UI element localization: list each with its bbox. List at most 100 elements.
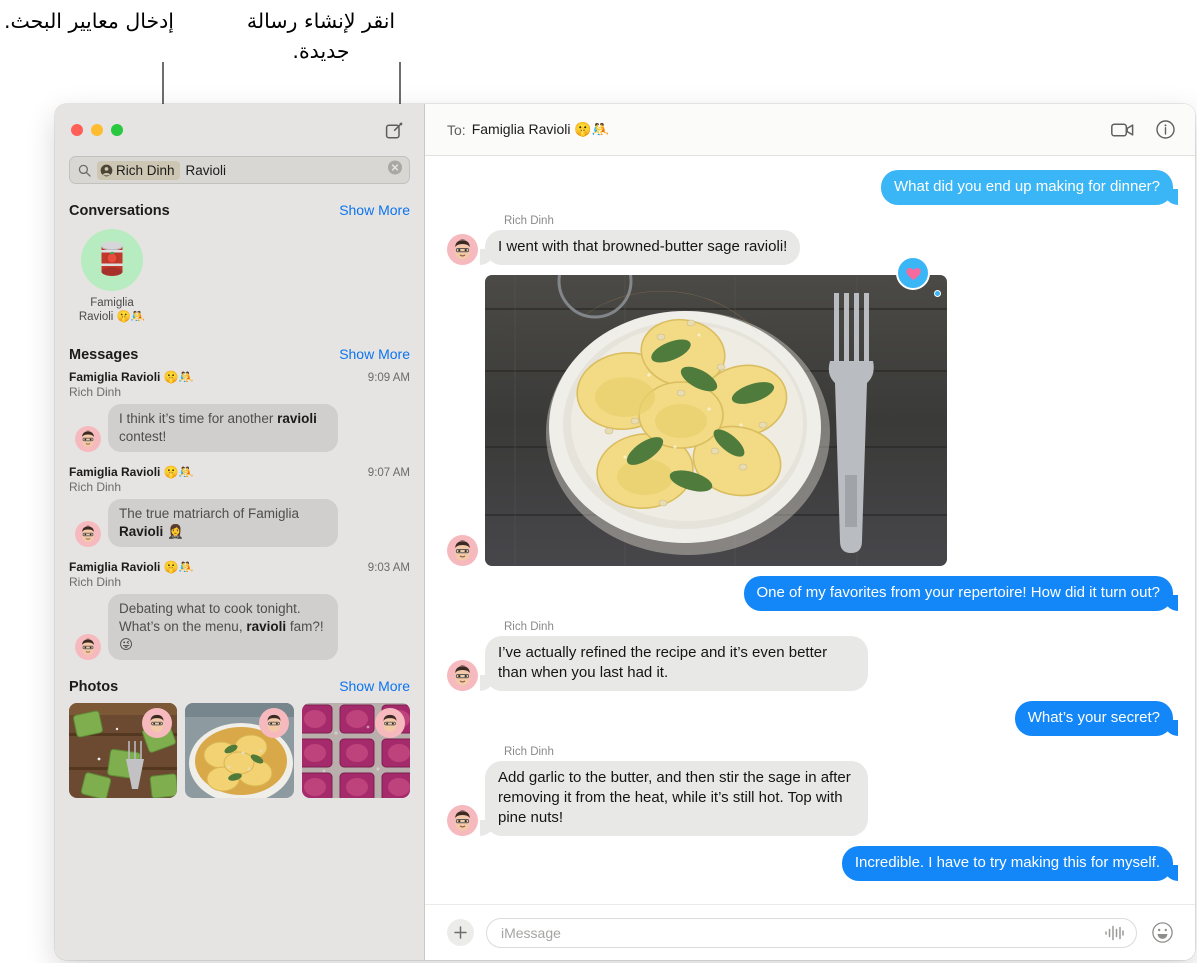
search-container: Rich Dinh Ravioli bbox=[55, 156, 424, 194]
message-result-sender: Rich Dinh bbox=[69, 575, 122, 589]
info-circle-icon[interactable] bbox=[1156, 120, 1175, 139]
compose-pencil-square-icon[interactable] bbox=[382, 118, 406, 142]
conversation-avatar-tomato-can bbox=[81, 229, 143, 291]
message-thread[interactable]: What did you end up making for dinner? R… bbox=[425, 156, 1195, 904]
message-result-item[interactable]: Famiglia Ravioli 🤫🤼 Rich Dinh 9:03 AM De… bbox=[55, 557, 424, 670]
avatar-memoji bbox=[75, 426, 101, 452]
avatar-memoji bbox=[447, 234, 478, 265]
message-photo-attachment[interactable] bbox=[485, 275, 947, 566]
message-result-sender: Rich Dinh bbox=[69, 480, 122, 494]
recipient-name[interactable]: Famiglia Ravioli 🤫🤼 bbox=[472, 121, 610, 138]
imessage-placeholder: iMessage bbox=[501, 924, 561, 941]
message-result-group: Famiglia Ravioli 🤫🤼 bbox=[69, 370, 194, 384]
show-more-conversations-link[interactable]: Show More bbox=[339, 202, 410, 218]
message-result-snippet: The true matriarch of Famiglia Ravioli 🤵… bbox=[108, 499, 338, 547]
snippet-match: ravioli bbox=[277, 411, 317, 426]
message-result-snippet: Debating what to cook tonight. What’s on… bbox=[108, 594, 338, 660]
section-title: Messages bbox=[69, 347, 139, 363]
avatar-memoji bbox=[75, 634, 101, 660]
avatar-memoji bbox=[75, 521, 101, 547]
conversation-pane: To: Famiglia Ravioli 🤫🤼 What did you end… bbox=[425, 104, 1195, 960]
message-row-incoming-photo bbox=[447, 256, 1173, 566]
sidebar: Rich Dinh Ravioli Conversations Show Mor… bbox=[55, 104, 425, 960]
message-row-incoming: Rich Dinh bbox=[447, 621, 1173, 691]
callout-compose-text: انقر لإنشاء رسالة جديدة. bbox=[246, 9, 396, 63]
message-bubble-incoming[interactable]: I’ve actually refined the recipe and it’… bbox=[479, 636, 869, 691]
message-row-outgoing: Incredible. I have to try making this fo… bbox=[447, 846, 1179, 881]
callout-annotations: إدخال معايير البحث. انقر لإنشاء رسالة جد… bbox=[0, 0, 1197, 182]
photo-result-thumbnail[interactable] bbox=[69, 703, 178, 798]
message-row-outgoing: What’s your secret? bbox=[447, 701, 1179, 736]
messages-window: Rich Dinh Ravioli Conversations Show Mor… bbox=[55, 104, 1195, 960]
search-token-label: Rich Dinh bbox=[116, 162, 175, 178]
message-result-meta: Famiglia Ravioli 🤫🤼 Rich Dinh 9:03 AM bbox=[69, 559, 410, 590]
search-field[interactable]: Rich Dinh Ravioli bbox=[69, 156, 410, 184]
tapback-trail-dot bbox=[934, 290, 941, 297]
sidebar-titlebar bbox=[55, 104, 424, 156]
avatar-memoji bbox=[447, 805, 478, 836]
search-results: Conversations Show More Famiglia Ravioli… bbox=[55, 194, 424, 960]
conversation-name-line1: Famiglia bbox=[90, 297, 134, 309]
message-result-time: 9:03 AM bbox=[367, 562, 410, 574]
snippet-after: 🤵‍♀️ bbox=[163, 524, 184, 539]
photo-results-row bbox=[55, 699, 424, 808]
show-more-messages-link[interactable]: Show More bbox=[339, 346, 410, 362]
message-bubble-outgoing[interactable]: What’s your secret? bbox=[1014, 701, 1179, 736]
message-result-group: Famiglia Ravioli 🤫🤼 bbox=[69, 465, 194, 479]
message-bubble-outgoing[interactable]: What did you end up making for dinner? bbox=[881, 170, 1178, 205]
message-row-incoming: Rich Dinh bbox=[447, 746, 1173, 836]
message-row-outgoing: One of my favorites from your repertoire… bbox=[447, 576, 1178, 611]
video-camera-icon[interactable] bbox=[1111, 122, 1134, 138]
tapback-heart-reaction[interactable] bbox=[896, 256, 930, 290]
message-sender-name: Rich Dinh bbox=[504, 746, 554, 758]
show-more-photos-link[interactable]: Show More bbox=[339, 678, 410, 694]
message-result-meta: Famiglia Ravioli 🤫🤼 Rich Dinh 9:09 AM bbox=[69, 369, 410, 400]
emoji-smiley-icon[interactable] bbox=[1149, 920, 1175, 946]
message-result-item[interactable]: Famiglia Ravioli 🤫🤼 Rich Dinh 9:09 AM I … bbox=[55, 367, 424, 462]
conversation-name-line2: Ravioli 🤫🤼 bbox=[78, 311, 146, 323]
search-query-text[interactable]: Ravioli bbox=[186, 163, 227, 178]
message-result-time: 9:09 AM bbox=[367, 372, 410, 384]
header-actions bbox=[1111, 120, 1175, 139]
message-bubble-outgoing[interactable]: One of my favorites from your repertoire… bbox=[743, 576, 1178, 611]
search-token-rich-dinh[interactable]: Rich Dinh bbox=[97, 160, 180, 180]
message-composer: iMessage bbox=[425, 904, 1195, 960]
avatar-memoji bbox=[447, 535, 478, 566]
section-header-conversations: Conversations Show More bbox=[55, 194, 424, 223]
snippet-after: contest! bbox=[119, 429, 167, 444]
message-result-bubble-row: The true matriarch of Famiglia Ravioli 🤵… bbox=[69, 499, 410, 547]
snippet-before: The true matriarch of Famiglia bbox=[119, 506, 300, 521]
conversation-result-item[interactable]: Famiglia Ravioli 🤫🤼 bbox=[69, 229, 155, 324]
section-title: Conversations bbox=[69, 203, 170, 219]
close-button[interactable] bbox=[71, 124, 83, 136]
message-result-bubble-row: Debating what to cook tonight. What’s on… bbox=[69, 594, 410, 660]
message-row-incoming: Rich Dinh bbox=[447, 215, 1173, 265]
audio-waveform-icon[interactable] bbox=[1104, 925, 1124, 941]
minimize-button[interactable] bbox=[91, 124, 103, 136]
photo-result-thumbnail[interactable] bbox=[185, 703, 294, 798]
message-bubble-outgoing[interactable]: Incredible. I have to try making this fo… bbox=[841, 846, 1179, 881]
message-result-meta: Famiglia Ravioli 🤫🤼 Rich Dinh 9:07 AM bbox=[69, 464, 410, 495]
plus-icon[interactable] bbox=[447, 919, 474, 946]
message-bubble-incoming[interactable]: I went with that browned-butter sage rav… bbox=[479, 230, 801, 265]
zoom-button[interactable] bbox=[111, 124, 123, 136]
clear-x-circle-icon[interactable] bbox=[388, 160, 402, 180]
message-result-group: Famiglia Ravioli 🤫🤼 bbox=[69, 560, 194, 574]
message-result-bubble-row: I think it’s time for another ravioli co… bbox=[69, 404, 410, 452]
message-sender-name: Rich Dinh bbox=[504, 215, 554, 227]
person-circle-icon bbox=[100, 164, 113, 177]
photo-avatar-badge bbox=[258, 708, 289, 738]
to-label: To: bbox=[447, 121, 466, 138]
snippet-match: ravioli bbox=[246, 619, 287, 634]
message-bubble-incoming[interactable]: Add garlic to the butter, and then stir … bbox=[479, 761, 869, 836]
message-result-time: 9:07 AM bbox=[367, 467, 410, 479]
traffic-lights bbox=[71, 124, 123, 136]
callout-search-text: إدخال معايير البحث. bbox=[4, 9, 174, 33]
photo-result-thumbnail[interactable] bbox=[301, 703, 410, 798]
section-title: Photos bbox=[69, 679, 119, 695]
message-row-outgoing: What did you end up making for dinner? bbox=[447, 170, 1178, 205]
message-result-item[interactable]: Famiglia Ravioli 🤫🤼 Rich Dinh 9:07 AM Th… bbox=[55, 462, 424, 557]
photo-avatar-badge bbox=[374, 708, 405, 738]
section-header-messages: Messages Show More bbox=[55, 338, 424, 367]
imessage-input[interactable]: iMessage bbox=[486, 917, 1137, 948]
